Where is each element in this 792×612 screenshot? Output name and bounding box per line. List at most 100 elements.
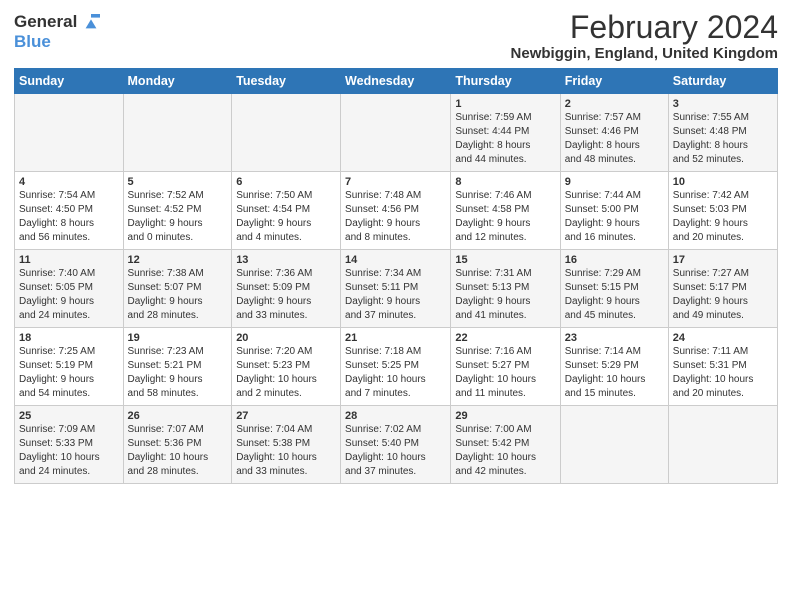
calendar-cell: 13Sunrise: 7:36 AM Sunset: 5:09 PM Dayli… (232, 250, 341, 328)
title-block: February 2024 Newbiggin, England, United… (511, 10, 778, 62)
day-number: 26 (128, 410, 228, 422)
sub-title: Newbiggin, England, United Kingdom (511, 45, 778, 62)
header-cell-friday: Friday (560, 69, 668, 94)
day-info: Sunrise: 7:29 AM Sunset: 5:15 PM Dayligh… (565, 267, 664, 323)
calendar-cell: 28Sunrise: 7:02 AM Sunset: 5:40 PM Dayli… (341, 406, 451, 484)
day-info: Sunrise: 7:04 AM Sunset: 5:38 PM Dayligh… (236, 423, 336, 479)
day-info: Sunrise: 7:46 AM Sunset: 4:58 PM Dayligh… (455, 189, 555, 245)
calendar-body: 1Sunrise: 7:59 AM Sunset: 4:44 PM Daylig… (15, 94, 778, 484)
calendar-cell (15, 94, 124, 172)
calendar-cell: 10Sunrise: 7:42 AM Sunset: 5:03 PM Dayli… (668, 172, 777, 250)
calendar-cell: 18Sunrise: 7:25 AM Sunset: 5:19 PM Dayli… (15, 328, 124, 406)
day-info: Sunrise: 7:16 AM Sunset: 5:27 PM Dayligh… (455, 345, 555, 401)
day-number: 18 (19, 332, 119, 344)
calendar-header: SundayMondayTuesdayWednesdayThursdayFrid… (15, 69, 778, 94)
day-number: 5 (128, 176, 228, 188)
calendar-cell: 1Sunrise: 7:59 AM Sunset: 4:44 PM Daylig… (451, 94, 560, 172)
calendar-cell: 15Sunrise: 7:31 AM Sunset: 5:13 PM Dayli… (451, 250, 560, 328)
day-info: Sunrise: 7:00 AM Sunset: 5:42 PM Dayligh… (455, 423, 555, 479)
day-info: Sunrise: 7:14 AM Sunset: 5:29 PM Dayligh… (565, 345, 664, 401)
calendar-table: SundayMondayTuesdayWednesdayThursdayFrid… (14, 68, 778, 484)
day-number: 2 (565, 98, 664, 110)
logo-line1: General (14, 12, 100, 32)
day-info: Sunrise: 7:54 AM Sunset: 4:50 PM Dayligh… (19, 189, 119, 245)
day-number: 23 (565, 332, 664, 344)
day-info: Sunrise: 7:09 AM Sunset: 5:33 PM Dayligh… (19, 423, 119, 479)
day-info: Sunrise: 7:18 AM Sunset: 5:25 PM Dayligh… (345, 345, 446, 401)
calendar-week-3: 11Sunrise: 7:40 AM Sunset: 5:05 PM Dayli… (15, 250, 778, 328)
day-number: 11 (19, 254, 119, 266)
calendar-cell: 26Sunrise: 7:07 AM Sunset: 5:36 PM Dayli… (123, 406, 232, 484)
calendar-cell (232, 94, 341, 172)
calendar-cell: 9Sunrise: 7:44 AM Sunset: 5:00 PM Daylig… (560, 172, 668, 250)
header-cell-tuesday: Tuesday (232, 69, 341, 94)
day-info: Sunrise: 7:57 AM Sunset: 4:46 PM Dayligh… (565, 111, 664, 167)
calendar-cell: 5Sunrise: 7:52 AM Sunset: 4:52 PM Daylig… (123, 172, 232, 250)
day-number: 12 (128, 254, 228, 266)
calendar-cell: 22Sunrise: 7:16 AM Sunset: 5:27 PM Dayli… (451, 328, 560, 406)
day-number: 4 (19, 176, 119, 188)
calendar-week-1: 1Sunrise: 7:59 AM Sunset: 4:44 PM Daylig… (15, 94, 778, 172)
header: General Blue February 2024 Newbiggin, En… (14, 10, 778, 62)
calendar-cell: 14Sunrise: 7:34 AM Sunset: 5:11 PM Dayli… (341, 250, 451, 328)
header-cell-saturday: Saturday (668, 69, 777, 94)
day-info: Sunrise: 7:40 AM Sunset: 5:05 PM Dayligh… (19, 267, 119, 323)
calendar-cell: 19Sunrise: 7:23 AM Sunset: 5:21 PM Dayli… (123, 328, 232, 406)
day-number: 22 (455, 332, 555, 344)
day-info: Sunrise: 7:42 AM Sunset: 5:03 PM Dayligh… (673, 189, 773, 245)
calendar-cell: 17Sunrise: 7:27 AM Sunset: 5:17 PM Dayli… (668, 250, 777, 328)
calendar-cell: 21Sunrise: 7:18 AM Sunset: 5:25 PM Dayli… (341, 328, 451, 406)
day-number: 24 (673, 332, 773, 344)
day-number: 15 (455, 254, 555, 266)
calendar-cell: 20Sunrise: 7:20 AM Sunset: 5:23 PM Dayli… (232, 328, 341, 406)
calendar-week-2: 4Sunrise: 7:54 AM Sunset: 4:50 PM Daylig… (15, 172, 778, 250)
day-number: 28 (345, 410, 446, 422)
calendar-cell: 16Sunrise: 7:29 AM Sunset: 5:15 PM Dayli… (560, 250, 668, 328)
day-info: Sunrise: 7:07 AM Sunset: 5:36 PM Dayligh… (128, 423, 228, 479)
day-info: Sunrise: 7:36 AM Sunset: 5:09 PM Dayligh… (236, 267, 336, 323)
day-number: 20 (236, 332, 336, 344)
calendar-cell: 3Sunrise: 7:55 AM Sunset: 4:48 PM Daylig… (668, 94, 777, 172)
logo: General Blue (14, 10, 100, 51)
header-cell-thursday: Thursday (451, 69, 560, 94)
calendar-cell: 2Sunrise: 7:57 AM Sunset: 4:46 PM Daylig… (560, 94, 668, 172)
day-number: 6 (236, 176, 336, 188)
calendar-cell: 4Sunrise: 7:54 AM Sunset: 4:50 PM Daylig… (15, 172, 124, 250)
day-number: 16 (565, 254, 664, 266)
day-info: Sunrise: 7:02 AM Sunset: 5:40 PM Dayligh… (345, 423, 446, 479)
day-info: Sunrise: 7:20 AM Sunset: 5:23 PM Dayligh… (236, 345, 336, 401)
day-number: 14 (345, 254, 446, 266)
header-row: SundayMondayTuesdayWednesdayThursdayFrid… (15, 69, 778, 94)
day-number: 19 (128, 332, 228, 344)
day-info: Sunrise: 7:27 AM Sunset: 5:17 PM Dayligh… (673, 267, 773, 323)
calendar-cell: 7Sunrise: 7:48 AM Sunset: 4:56 PM Daylig… (341, 172, 451, 250)
page: General Blue February 2024 Newbiggin, En… (0, 0, 792, 494)
day-number: 25 (19, 410, 119, 422)
day-number: 3 (673, 98, 773, 110)
day-number: 13 (236, 254, 336, 266)
calendar-cell (560, 406, 668, 484)
day-info: Sunrise: 7:38 AM Sunset: 5:07 PM Dayligh… (128, 267, 228, 323)
day-info: Sunrise: 7:31 AM Sunset: 5:13 PM Dayligh… (455, 267, 555, 323)
calendar-week-4: 18Sunrise: 7:25 AM Sunset: 5:19 PM Dayli… (15, 328, 778, 406)
day-info: Sunrise: 7:59 AM Sunset: 4:44 PM Dayligh… (455, 111, 555, 167)
logo-line2: Blue (14, 32, 100, 52)
day-number: 8 (455, 176, 555, 188)
calendar-cell: 8Sunrise: 7:46 AM Sunset: 4:58 PM Daylig… (451, 172, 560, 250)
day-number: 17 (673, 254, 773, 266)
main-title: February 2024 (511, 10, 778, 45)
calendar-cell: 6Sunrise: 7:50 AM Sunset: 4:54 PM Daylig… (232, 172, 341, 250)
day-info: Sunrise: 7:44 AM Sunset: 5:00 PM Dayligh… (565, 189, 664, 245)
day-info: Sunrise: 7:11 AM Sunset: 5:31 PM Dayligh… (673, 345, 773, 401)
header-cell-sunday: Sunday (15, 69, 124, 94)
day-info: Sunrise: 7:52 AM Sunset: 4:52 PM Dayligh… (128, 189, 228, 245)
day-number: 1 (455, 98, 555, 110)
calendar-cell: 11Sunrise: 7:40 AM Sunset: 5:05 PM Dayli… (15, 250, 124, 328)
day-info: Sunrise: 7:55 AM Sunset: 4:48 PM Dayligh… (673, 111, 773, 167)
day-number: 10 (673, 176, 773, 188)
calendar-cell: 25Sunrise: 7:09 AM Sunset: 5:33 PM Dayli… (15, 406, 124, 484)
calendar-cell: 24Sunrise: 7:11 AM Sunset: 5:31 PM Dayli… (668, 328, 777, 406)
calendar-cell: 29Sunrise: 7:00 AM Sunset: 5:42 PM Dayli… (451, 406, 560, 484)
header-cell-wednesday: Wednesday (341, 69, 451, 94)
day-info: Sunrise: 7:23 AM Sunset: 5:21 PM Dayligh… (128, 345, 228, 401)
